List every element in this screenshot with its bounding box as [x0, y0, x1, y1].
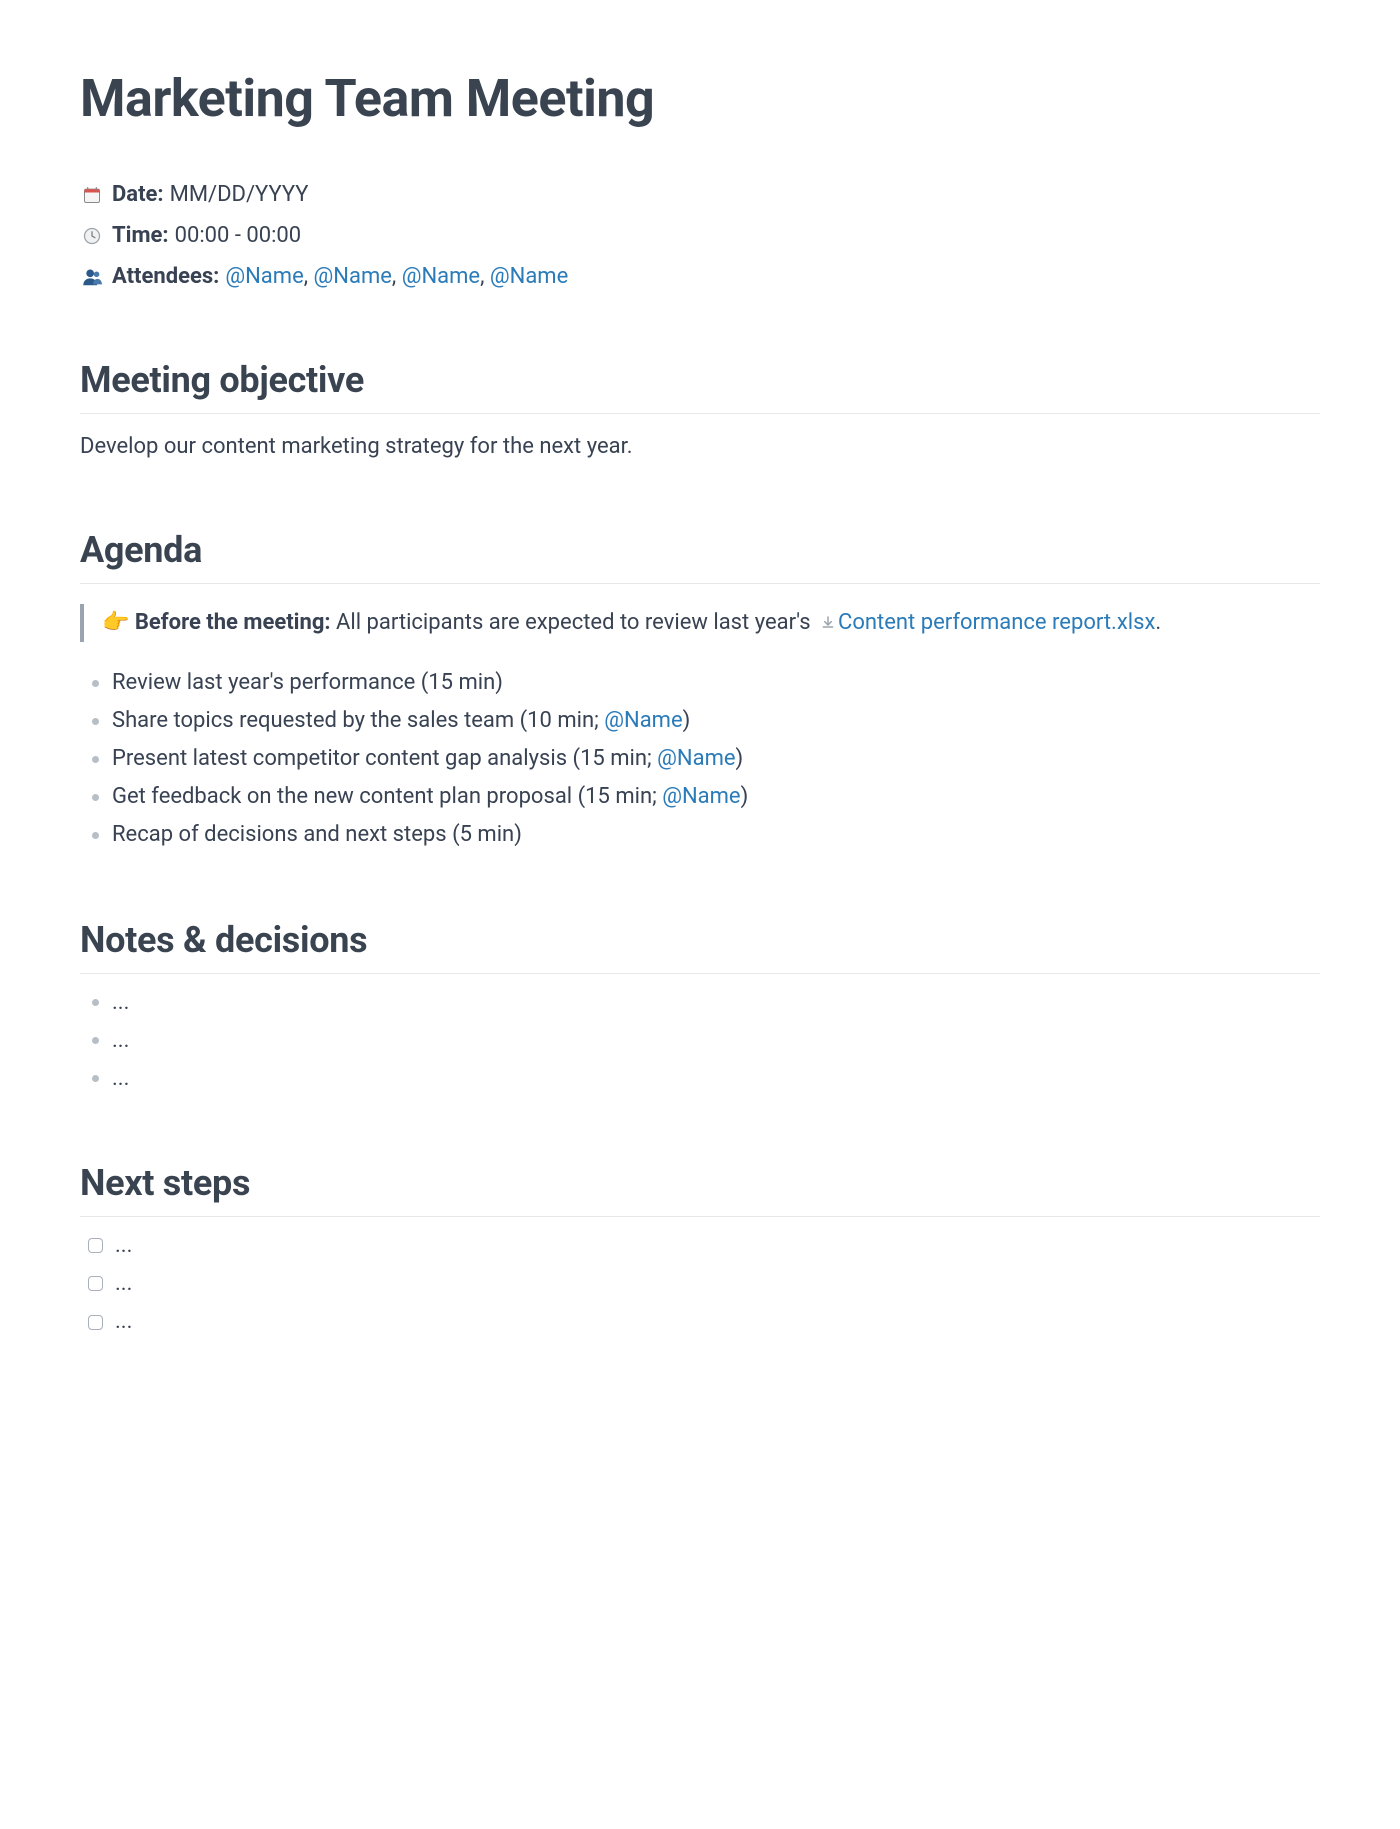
- attendees-list: @Name, @Name, @Name, @Name: [225, 260, 568, 293]
- date-value[interactable]: MM/DD/YYYY: [170, 178, 309, 211]
- file-link[interactable]: Content performance report.xlsx: [838, 610, 1155, 635]
- checklist-item[interactable]: ...: [88, 1305, 1320, 1339]
- checkbox[interactable]: [88, 1276, 103, 1291]
- list-item[interactable]: ...: [92, 1024, 1320, 1058]
- mention[interactable]: @Name: [657, 746, 735, 771]
- mention[interactable]: @Name: [604, 708, 682, 733]
- attendees-label: Attendees:: [112, 260, 219, 293]
- pointing-right-emoji: 👉: [102, 610, 129, 635]
- checklist-item[interactable]: ...: [88, 1267, 1320, 1301]
- agenda-item[interactable]: Get feedback on the new content plan pro…: [92, 780, 1320, 814]
- agenda-item[interactable]: Share topics requested by the sales team…: [92, 704, 1320, 738]
- agenda-callout[interactable]: 👉 Before the meeting: All participants a…: [80, 604, 1320, 642]
- checklist-text: ...: [115, 1305, 132, 1339]
- mention[interactable]: @Name: [490, 264, 568, 289]
- notes-list: ... ... ...: [80, 986, 1320, 1096]
- mention[interactable]: @Name: [402, 264, 480, 289]
- mention[interactable]: @Name: [662, 784, 740, 809]
- objective-heading: Meeting objective: [80, 353, 1320, 414]
- page-title: Marketing Team Meeting: [80, 60, 1320, 138]
- next-steps-heading: Next steps: [80, 1156, 1320, 1217]
- agenda-item[interactable]: Recap of decisions and next steps (5 min…: [92, 818, 1320, 852]
- callout-text: All participants are expected to review …: [331, 610, 816, 635]
- list-item[interactable]: ...: [92, 1062, 1320, 1096]
- checklist-text: ...: [115, 1229, 132, 1263]
- mention[interactable]: @Name: [314, 264, 392, 289]
- agenda-heading: Agenda: [80, 523, 1320, 584]
- checkbox[interactable]: [88, 1238, 103, 1253]
- time-label: Time:: [112, 219, 169, 252]
- agenda-list: Review last year's performance (15 min) …: [80, 666, 1320, 852]
- meta-date-row: Date: MM/DD/YYYY: [80, 178, 1320, 211]
- time-value[interactable]: 00:00 - 00:00: [175, 219, 302, 252]
- agenda-item[interactable]: Review last year's performance (15 min): [92, 666, 1320, 700]
- meta-time-row: Time: 00:00 - 00:00: [80, 219, 1320, 252]
- callout-bold: Before the meeting:: [135, 610, 331, 635]
- list-item[interactable]: ...: [92, 986, 1320, 1020]
- objective-text[interactable]: Develop our content marketing strategy f…: [80, 430, 1320, 463]
- notes-heading: Notes & decisions: [80, 913, 1320, 974]
- mention[interactable]: @Name: [225, 264, 303, 289]
- callout-suffix: .: [1155, 610, 1161, 635]
- date-label: Date:: [112, 178, 164, 211]
- checklist-text: ...: [115, 1267, 132, 1301]
- next-steps-list: ... ... ...: [80, 1229, 1320, 1339]
- checklist-item[interactable]: ...: [88, 1229, 1320, 1263]
- calendar-icon: [80, 183, 104, 207]
- meta-attendees-row: Attendees: @Name, @Name, @Name, @Name: [80, 260, 1320, 293]
- agenda-item[interactable]: Present latest competitor content gap an…: [92, 742, 1320, 776]
- checkbox[interactable]: [88, 1315, 103, 1330]
- download-icon: [820, 615, 836, 631]
- clock-icon: [80, 224, 104, 248]
- silhouette-icon: [80, 265, 104, 289]
